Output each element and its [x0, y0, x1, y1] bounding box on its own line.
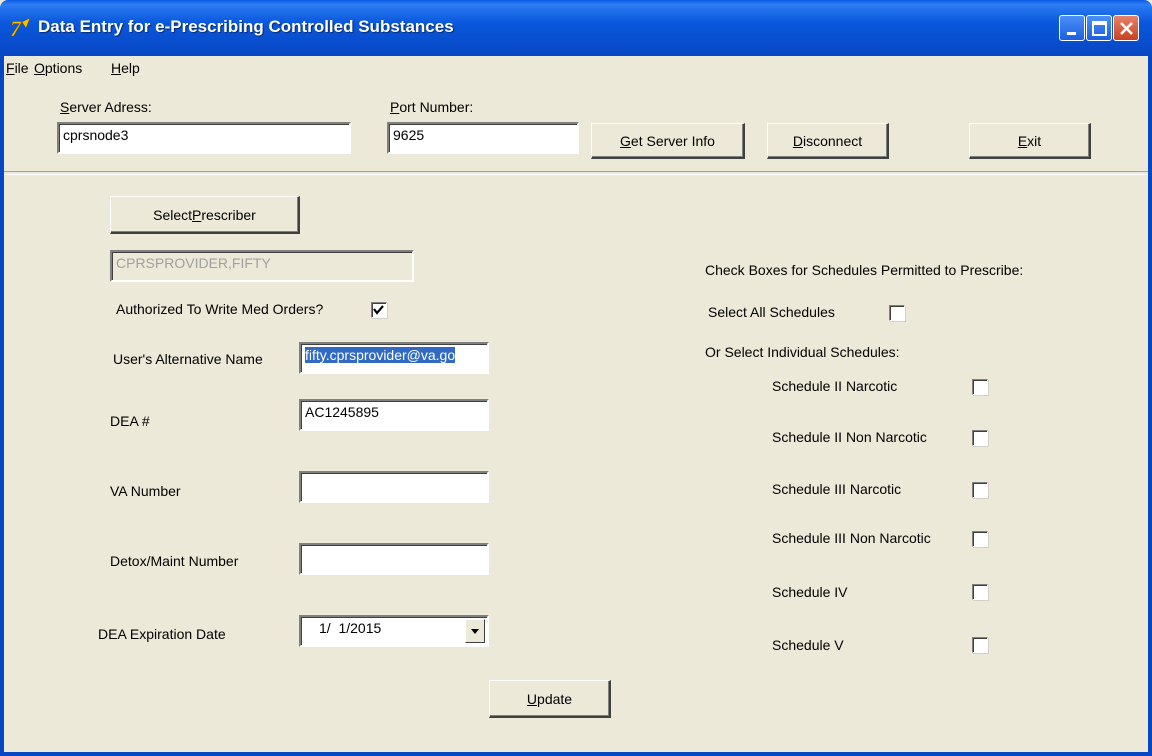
update-button[interactable]: Update	[489, 680, 611, 718]
va-number-input[interactable]	[299, 471, 489, 503]
menu-options-accel: O	[34, 60, 45, 76]
menu-options-label: ptions	[44, 60, 83, 76]
dropdown-button[interactable]	[465, 619, 485, 643]
port-number-input[interactable]: 9625	[387, 122, 579, 154]
alt-name-label: User's Alternative Name	[113, 351, 263, 367]
minimize-button[interactable]	[1059, 15, 1085, 41]
dea-expiration-value: 1/ 1/2015	[319, 620, 382, 636]
schedule-2-narcotic-checkbox[interactable]	[972, 379, 988, 395]
disconnect-button[interactable]: Disconnect	[767, 123, 889, 159]
schedule-2-non-narcotic-checkbox[interactable]	[972, 430, 988, 446]
exit-button[interactable]: Exit	[969, 123, 1091, 159]
menu-help-accel: H	[111, 60, 122, 76]
schedule-3-non-narcotic-checkbox[interactable]	[972, 531, 988, 547]
window-frame-left	[0, 56, 4, 756]
detox-number-input[interactable]	[299, 543, 489, 575]
alt-name-value: fifty.cprsprovider@va.go	[305, 347, 456, 363]
dea-label: DEA #	[110, 413, 150, 429]
menu-help[interactable]: Help	[111, 60, 140, 76]
chevron-down-icon	[471, 629, 479, 634]
detox-number-label: Detox/Maint Number	[110, 553, 239, 569]
menu-file[interactable]: File	[6, 60, 29, 76]
port-number-label: Port Number:	[390, 99, 474, 115]
window-frame-right	[1148, 56, 1152, 756]
minimize-icon	[1067, 32, 1076, 35]
server-address-input[interactable]: cprsnode3	[57, 122, 351, 154]
get-server-info-button[interactable]: Get Server Info	[591, 123, 745, 159]
alt-name-input[interactable]: fifty.cprsprovider@va.go	[299, 342, 489, 374]
window-frame-bottom	[0, 752, 1152, 756]
separator	[4, 171, 1148, 175]
schedule-3-narcotic-checkbox[interactable]	[972, 482, 988, 498]
svg-text:7: 7	[10, 16, 22, 40]
schedule-4-checkbox[interactable]	[972, 584, 988, 600]
close-icon	[1120, 22, 1133, 35]
close-button[interactable]	[1113, 15, 1139, 41]
menu-help-label: elp	[121, 60, 140, 76]
schedule-label: Schedule III Non Narcotic	[772, 530, 931, 546]
schedule-5-checkbox[interactable]	[972, 637, 988, 653]
menu-file-label: ile	[14, 60, 29, 76]
authorized-checkbox[interactable]	[371, 302, 387, 318]
maximize-icon	[1092, 21, 1107, 36]
menu-options[interactable]: Options	[34, 60, 82, 76]
schedules-header: Check Boxes for Schedules Permitted to P…	[705, 262, 1024, 278]
app-logo-icon[interactable]: 7	[10, 16, 32, 41]
select-all-checkbox[interactable]	[889, 305, 905, 321]
schedule-label: Schedule IV	[772, 584, 848, 600]
va-number-label: VA Number	[110, 483, 181, 499]
server-address-label: Server Adress:	[60, 99, 152, 115]
schedule-label: Schedule II Non Narcotic	[772, 429, 927, 445]
window-title: Data Entry for e-Prescribing Controlled …	[38, 17, 454, 36]
dea-input[interactable]: AC1245895	[299, 399, 489, 431]
individual-schedules-label: Or Select Individual Schedules:	[705, 344, 900, 360]
schedule-label: Schedule II Narcotic	[772, 378, 898, 394]
select-prescriber-button[interactable]: Select Prescriber	[110, 196, 300, 234]
prescriber-name-field: CPRSPROVIDER,FIFTY	[110, 250, 414, 282]
checkmark-icon	[373, 305, 384, 315]
select-all-label: Select All Schedules	[708, 304, 835, 320]
maximize-button[interactable]	[1086, 15, 1112, 41]
schedule-label: Schedule III Narcotic	[772, 481, 902, 497]
dea-expiration-label: DEA Expiration Date	[98, 626, 226, 642]
dea-expiration-select[interactable]: 1/ 1/2015	[299, 615, 489, 647]
menu-file-accel: F	[6, 60, 15, 76]
authorized-label: Authorized To Write Med Orders?	[116, 301, 324, 317]
schedule-label: Schedule V	[772, 637, 844, 653]
